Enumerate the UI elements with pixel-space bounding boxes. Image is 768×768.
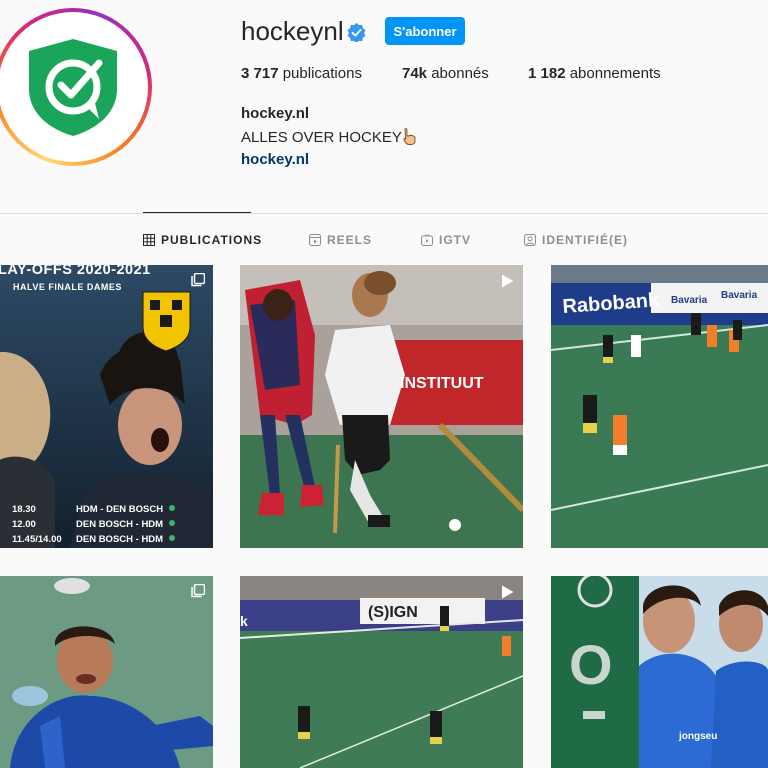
profile-avatar-ring[interactable]: [0, 8, 152, 166]
active-tab-indicator: [143, 212, 251, 213]
reels-icon: [309, 234, 321, 246]
post-image: O jongseu: [551, 576, 768, 768]
verified-badge-icon: [347, 23, 366, 42]
svg-text:Bavaria: Bavaria: [671, 295, 708, 306]
tab-label: IDENTIFIÉ(E): [542, 233, 628, 247]
bio-text-row: ALLES OVER HOCKEY: [241, 128, 417, 146]
tab-label: PUBLICATIONS: [161, 233, 263, 247]
svg-text:O: O: [569, 633, 613, 696]
schedule-match: HDM - DEN BOSCH: [76, 504, 164, 515]
post-image: [0, 576, 213, 768]
tab-igtv[interactable]: IGTV: [421, 233, 471, 247]
carousel-icon: [191, 273, 205, 287]
pointing-hand-icon: [403, 128, 416, 145]
status-dot: [169, 535, 176, 541]
tab-publications[interactable]: PUBLICATIONS: [143, 233, 262, 247]
post-title: LAY-OFFS 2020-2021: [0, 265, 151, 278]
followers-count-value: 74k: [402, 65, 428, 82]
post-subtitle: HALVE FINALE DAMES: [13, 282, 122, 292]
follow-button[interactable]: S'abonner: [385, 17, 465, 45]
bio-name: hockey.nl: [241, 105, 310, 122]
carousel-icon: [191, 584, 205, 598]
post-tile[interactable]: O jongseu: [551, 576, 768, 768]
schedule-row: 18.30 HDM - DEN BOSCH: [12, 504, 176, 515]
post-tile[interactable]: k (S)IGN: [240, 576, 523, 768]
bio-link[interactable]: hockey.nl: [241, 151, 309, 168]
schedule-time: 11.45/14.00: [12, 534, 62, 545]
schedule-time: 18.30: [12, 504, 36, 515]
schedule-match: DEN BOSCH - HDM: [76, 519, 164, 530]
hockeynl-logo: [29, 39, 117, 136]
tagged-icon: [524, 234, 536, 246]
post-tile[interactable]: INSTITUUT: [240, 265, 523, 548]
posts-count[interactable]: 3 717 publications: [241, 65, 362, 82]
post-tile[interactable]: LAY-OFFS 2020-2021 HALVE FINALE DAMES 18…: [0, 265, 213, 548]
grid-icon: [143, 234, 155, 246]
svg-text:INSTITUUT: INSTITUUT: [400, 375, 484, 392]
tab-reels[interactable]: REELS: [309, 233, 372, 247]
svg-text:jongseu: jongseu: [678, 731, 717, 742]
posts-count-value: 3 717: [241, 65, 279, 82]
post-image: Rabobank Bavaria Bavaria: [551, 265, 768, 548]
followers-count-label: abonnés: [431, 65, 489, 82]
following-count[interactable]: 1 182 abonnements: [528, 65, 661, 82]
posts-count-label: publications: [282, 65, 362, 82]
video-play-icon: [502, 585, 514, 599]
bio-text: ALLES OVER HOCKEY: [241, 129, 402, 146]
tab-label: REELS: [327, 233, 373, 247]
video-play-icon: [502, 274, 514, 288]
schedule-time: 12.00: [12, 519, 36, 530]
schedule-match: DEN BOSCH - HDM: [76, 534, 164, 545]
following-count-value: 1 182: [528, 65, 566, 82]
post-image: k (S)IGN: [240, 576, 523, 768]
schedule-row: 11.45/14.00 DEN BOSCH - HDM: [12, 534, 176, 545]
avatar[interactable]: [0, 12, 148, 162]
igtv-icon: [421, 234, 433, 246]
status-dot: [169, 520, 176, 526]
tab-label: IGTV: [439, 233, 472, 247]
following-count-label: abonnements: [569, 65, 661, 82]
profile-username: hockeynl: [241, 16, 344, 46]
post-image: INSTITUUT: [240, 265, 523, 548]
schedule-row: 12.00 DEN BOSCH - HDM: [12, 519, 176, 530]
post-tile[interactable]: [0, 576, 213, 768]
tab-tagged[interactable]: IDENTIFIÉ(E): [524, 233, 628, 247]
status-dot: [169, 505, 176, 511]
tabs-divider: [0, 213, 768, 214]
svg-text:(S)IGN: (S)IGN: [368, 604, 418, 621]
svg-text:k: k: [240, 613, 248, 629]
followers-count[interactable]: 74k abonnés: [402, 65, 489, 82]
post-tile[interactable]: Rabobank Bavaria Bavaria: [551, 265, 768, 548]
svg-text:Bavaria: Bavaria: [721, 290, 758, 301]
